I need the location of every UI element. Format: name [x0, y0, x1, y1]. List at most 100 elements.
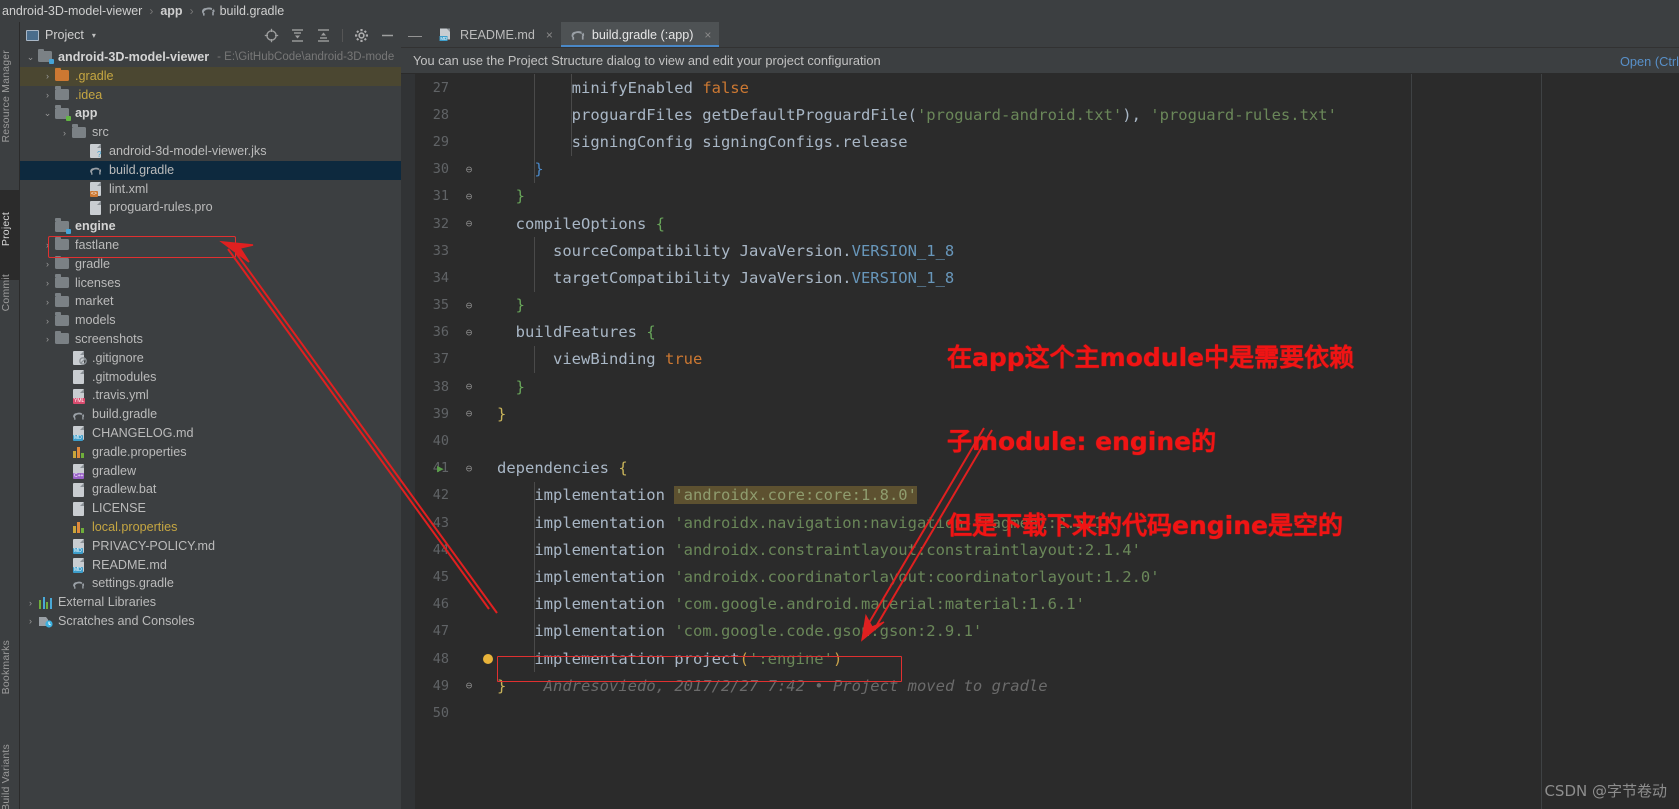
tree-row-models[interactable]: › models: [20, 311, 401, 330]
tree-row-readme-md[interactable]: MD README.md: [20, 556, 401, 575]
tab-build-gradle-app[interactable]: build.gradle (:app) ×: [560, 22, 720, 47]
tree-row--gitignore[interactable]: .gitignore: [20, 349, 401, 368]
tool-strip-project[interactable]: Project: [0, 212, 20, 246]
code-line-49[interactable]: 49 ⊖} Andresoviedo, 2017/2/27 7:42 • Proj…: [401, 672, 1679, 699]
breadcrumb-item-app[interactable]: app: [160, 4, 182, 18]
tree-row-gradle-properties[interactable]: gradle.properties: [20, 443, 401, 462]
tree-row--idea[interactable]: › .idea: [20, 86, 401, 105]
code-line-50[interactable]: 50: [401, 699, 1679, 726]
project-panel-header: Project ▾: [20, 22, 401, 48]
tool-strip-resource-manager[interactable]: Resource Manager: [0, 50, 20, 143]
line-number: 28: [432, 106, 449, 123]
tree-row-local-properties[interactable]: local.properties: [20, 518, 401, 537]
tree-row-src[interactable]: › src: [20, 123, 401, 142]
code-fold-icon[interactable]: ⊖: [463, 380, 475, 393]
tree-row-engine[interactable]: engine: [20, 217, 401, 236]
tree-node-label: CHANGELOG.md: [92, 426, 194, 441]
project-panel-title[interactable]: Project: [45, 28, 84, 42]
tree-expand-arrow-icon[interactable]: ›: [24, 616, 37, 626]
tree-expand-arrow-icon[interactable]: ⌄: [41, 108, 54, 119]
code-line-47[interactable]: 47 implementation 'com.google.code.gson:…: [401, 617, 1679, 645]
expand-all-icon[interactable]: [290, 28, 305, 43]
code-line-33[interactable]: 33 sourceCompatibility JavaVersion.VERSI…: [401, 237, 1679, 265]
tree-expand-arrow-icon[interactable]: ›: [41, 297, 54, 307]
code-line-29[interactable]: 29 signingConfig signingConfigs.release: [401, 128, 1679, 156]
tree-row-gradlew-bat[interactable]: gradlew.bat: [20, 480, 401, 499]
code-fold-icon[interactable]: ⊖: [463, 679, 475, 692]
tree-expand-arrow-icon[interactable]: ⌄: [24, 52, 37, 63]
tree-row-lint-xml[interactable]: <> lint.xml: [20, 180, 401, 199]
tree-row-app[interactable]: ⌄ app: [20, 104, 401, 123]
tree-row-proguard-rules-pro[interactable]: proguard-rules.pro: [20, 198, 401, 217]
close-icon[interactable]: ×: [546, 28, 553, 42]
tree-expand-arrow-icon[interactable]: ›: [41, 259, 54, 269]
breadcrumb-item-file[interactable]: build.gradle: [201, 4, 284, 18]
tool-strip-build-variants[interactable]: Build Variants: [0, 744, 20, 809]
line-number: 33: [432, 242, 449, 259]
line-number: 44: [432, 541, 449, 558]
tree-row-fastlane[interactable]: › fastlane: [20, 236, 401, 255]
tree-expand-arrow-icon[interactable]: ›: [41, 90, 54, 100]
tree-row-external-libraries[interactable]: › External Libraries: [20, 593, 401, 612]
tree-row--gradle[interactable]: › .gradle: [20, 66, 401, 86]
code-line-30[interactable]: 30 ⊖ }: [401, 155, 1679, 183]
chevron-down-icon[interactable]: ▾: [92, 31, 96, 40]
tree-row-android-3d-model-viewer[interactable]: ⌄ android-3D-model-viewer - E:\GitHubCode\…: [20, 48, 401, 67]
tree-row-screenshots[interactable]: › screenshots: [20, 330, 401, 349]
code-line-28[interactable]: 28 proguardFiles getDefaultProguardFile(…: [401, 101, 1679, 129]
tree-row-settings-gradle[interactable]: settings.gradle: [20, 574, 401, 593]
hide-panel-icon[interactable]: [380, 28, 395, 43]
file-plain-icon: [71, 369, 88, 384]
select-opened-file-icon[interactable]: [264, 28, 279, 43]
tree-node-label: .gitignore: [92, 350, 144, 365]
line-number: 50: [432, 704, 449, 721]
tree-row-market[interactable]: › market: [20, 292, 401, 311]
tree-row-privacy-policy-md[interactable]: MD PRIVACY-POLICY.md: [20, 537, 401, 556]
code-fold-icon[interactable]: ⊖: [463, 217, 475, 230]
tool-strip-commit[interactable]: Commit: [0, 274, 20, 311]
code-fold-icon[interactable]: ⊖: [463, 299, 475, 312]
code-line-48[interactable]: 48 implementation project(':engine'): [401, 644, 1679, 673]
code-fold-icon[interactable]: ⊖: [463, 462, 475, 475]
run-gutter-icon[interactable]: ▶: [437, 462, 444, 475]
tree-row-gradlew[interactable]: C++ gradlew: [20, 462, 401, 481]
project-tree[interactable]: ⌄ android-3D-model-viewer - E:\GitHubCode\…: [20, 48, 401, 809]
tree-expand-arrow-icon[interactable]: ›: [24, 598, 37, 608]
tree-row-licenses[interactable]: › licenses: [20, 274, 401, 293]
notification-open-link[interactable]: Open (Ctrl: [1620, 48, 1679, 74]
intention-bulb-icon[interactable]: [483, 653, 493, 664]
tree-node-label: .gradle: [75, 68, 114, 83]
code-line-32[interactable]: 32 ⊖ compileOptions {: [401, 210, 1679, 237]
tree-expand-arrow-icon[interactable]: ›: [41, 334, 54, 344]
tree-row-license[interactable]: LICENSE: [20, 499, 401, 518]
tree-expand-arrow-icon[interactable]: ›: [41, 71, 54, 81]
collapse-all-icon[interactable]: [316, 28, 331, 43]
tree-row-scratches-and-consoles[interactable]: › Scratches and Consoles: [20, 612, 401, 631]
breadcrumb-item-project[interactable]: android-3D-model-viewer: [2, 4, 142, 18]
gradle-elephant-icon: [88, 163, 105, 177]
tree-row--travis-yml[interactable]: YML .travis.yml: [20, 386, 401, 405]
code-fold-icon[interactable]: ⊖: [463, 326, 475, 339]
tree-expand-arrow-icon[interactable]: ›: [41, 240, 54, 250]
close-icon[interactable]: ×: [704, 28, 711, 42]
tool-strip-bookmarks[interactable]: Bookmarks: [0, 640, 20, 694]
tree-row-android-3d-model-viewer-jks[interactable]: ? android-3d-model-viewer.jks: [20, 142, 401, 161]
tree-row--gitmodules[interactable]: .gitmodules: [20, 368, 401, 387]
code-line-31[interactable]: 31 ⊖ }: [401, 183, 1679, 210]
gradle-elephant-icon: [71, 408, 88, 422]
code-line-27[interactable]: 27 minifyEnabled false: [401, 74, 1679, 102]
collapse-editor-icon[interactable]: —: [401, 22, 429, 47]
tab-readme-md[interactable]: MD README.md ×: [429, 22, 561, 47]
folder-grey-icon: [54, 274, 71, 290]
tree-row-gradle[interactable]: › gradle: [20, 255, 401, 274]
tree-expand-arrow-icon[interactable]: ›: [58, 128, 71, 138]
tree-row-build-gradle[interactable]: build.gradle: [20, 405, 401, 424]
code-fold-icon[interactable]: ⊖: [463, 190, 475, 203]
settings-gear-icon[interactable]: [354, 28, 369, 43]
tree-row-changelog-md[interactable]: MD CHANGELOG.md: [20, 424, 401, 443]
tree-expand-arrow-icon[interactable]: ›: [41, 316, 54, 326]
code-fold-icon[interactable]: ⊖: [463, 407, 475, 420]
tree-expand-arrow-icon[interactable]: ›: [41, 278, 54, 288]
code-fold-icon[interactable]: ⊖: [463, 163, 475, 176]
tree-row-build-gradle[interactable]: build.gradle: [20, 160, 401, 180]
